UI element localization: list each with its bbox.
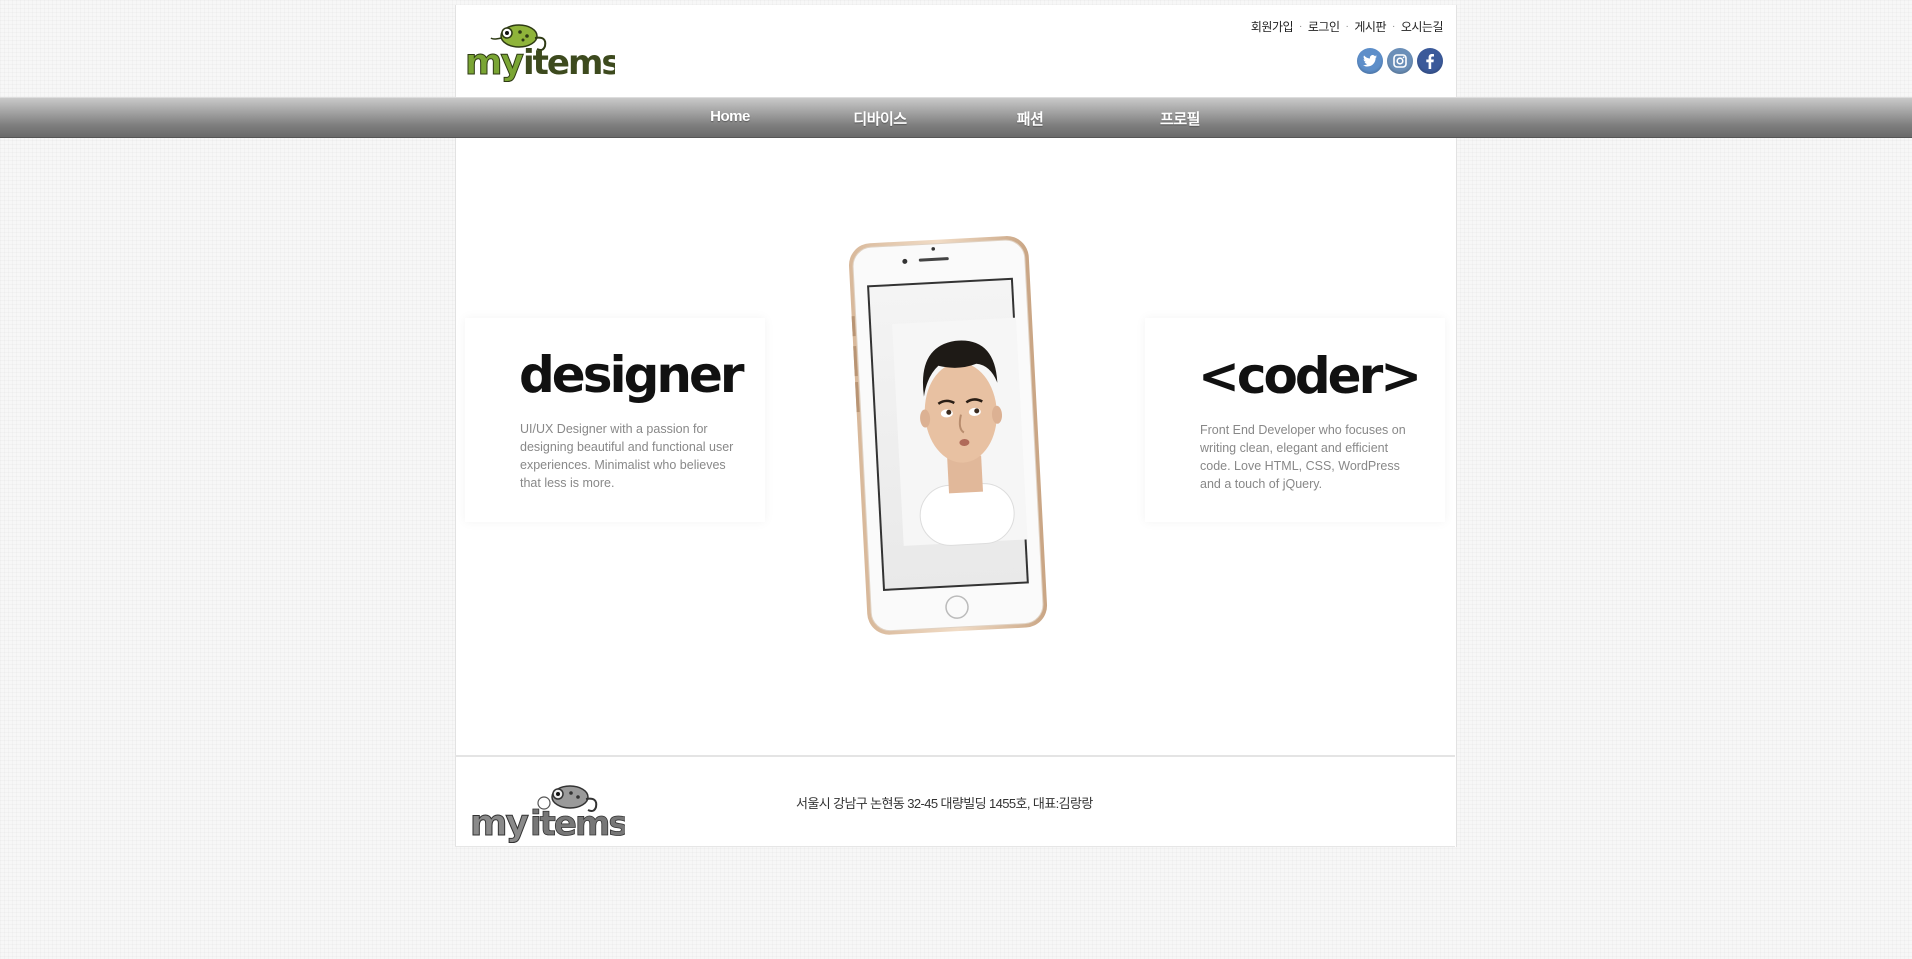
- separator-dot: ·: [1299, 21, 1302, 32]
- nav-item-profile[interactable]: 프로필: [1160, 108, 1200, 129]
- login-link[interactable]: 로그인: [1308, 18, 1340, 35]
- svg-text:my: my: [470, 803, 529, 843]
- svg-text:items: items: [530, 804, 625, 843]
- main-navigation: Home 디바이스 패션 프로필: [0, 97, 1912, 138]
- svg-text:my: my: [465, 42, 524, 82]
- signup-link[interactable]: 회원가입: [1251, 18, 1294, 35]
- instagram-icon[interactable]: [1387, 48, 1413, 74]
- phone-image: [846, 235, 1064, 635]
- site-logo[interactable]: my items: [465, 18, 622, 84]
- logo-text: items: [523, 43, 615, 82]
- social-links: [1357, 48, 1443, 74]
- coder-title: <coder>: [1198, 347, 1422, 405]
- twitter-icon[interactable]: [1357, 48, 1383, 74]
- designer-description: UI/UX Designer with a passion for design…: [520, 422, 734, 490]
- separator-dot: ·: [1391, 21, 1395, 32]
- designer-title: designer: [519, 346, 745, 404]
- footer-divider: [455, 755, 1455, 757]
- nav-item-home[interactable]: Home: [710, 108, 750, 125]
- company-address: 서울시 강남구 논현동 32-45 대량빌딩 1455호, 대표:김랑랑: [796, 796, 1093, 811]
- facebook-icon[interactable]: [1417, 48, 1443, 74]
- coder-description: Front End Developer who focuses on writi…: [1200, 423, 1406, 491]
- board-link[interactable]: 게시판: [1354, 18, 1386, 35]
- utility-links: 회원가입 · 로그인 · 게시판 · 오시는길: [1251, 18, 1444, 35]
- footer-logo[interactable]: my items: [470, 775, 630, 845]
- page-bottom-border: [455, 846, 1455, 847]
- separator-dot: ·: [1345, 21, 1349, 32]
- nav-item-fashion[interactable]: 패션: [1017, 108, 1044, 129]
- nav-item-devices[interactable]: 디바이스: [853, 108, 907, 129]
- directions-link[interactable]: 오시는길: [1401, 18, 1444, 35]
